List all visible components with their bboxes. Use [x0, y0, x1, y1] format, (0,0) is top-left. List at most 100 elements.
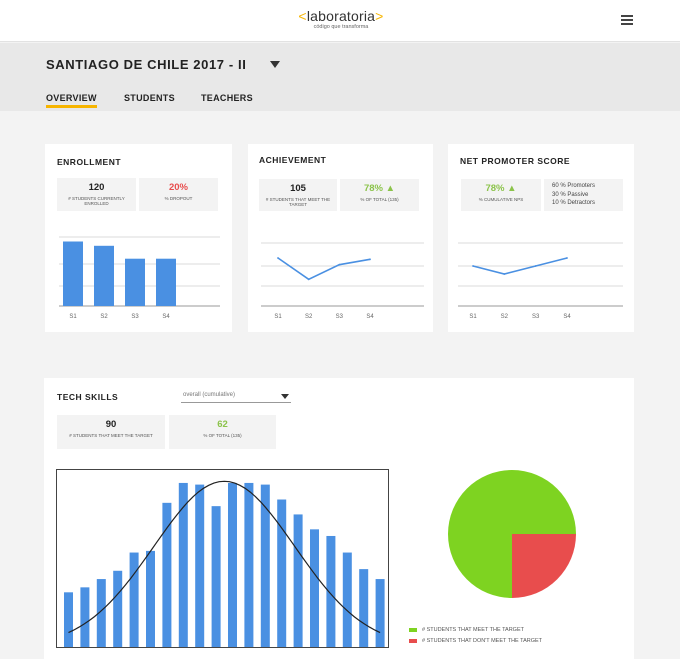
tick-label: S3: [336, 314, 344, 320]
achievement-line-chart: S1 S2 S3 S4: [261, 242, 424, 320]
logo-tagline: código que transforma: [313, 24, 369, 30]
tick-label: S2: [501, 314, 509, 320]
data-point: [503, 273, 506, 275]
stat-value: 90: [105, 419, 117, 430]
tab-overview[interactable]: OVERVIEW: [46, 93, 97, 108]
bar: [156, 258, 176, 306]
tick-label: S1: [69, 314, 77, 320]
bar: [125, 258, 145, 306]
legend-swatch: [409, 627, 417, 632]
legend-meet: # STUDENTS THAT MEET THE TARGET: [409, 627, 524, 633]
tab-teachers[interactable]: TEACHERS: [201, 93, 253, 105]
data-point: [277, 257, 279, 259]
tab-students[interactable]: STUDENTS: [124, 93, 175, 105]
stat-value: 20%: [168, 182, 188, 193]
hamburger-menu-icon[interactable]: [621, 15, 633, 25]
enrollment-card: ENROLLMENT 120 # STUDENTS CURRENTLY ENRO…: [45, 144, 232, 332]
data-point: [369, 258, 371, 261]
tech-skills-histogram: [56, 469, 389, 648]
data-point: [338, 263, 341, 266]
nps-breakdown: 60 % Promoters 30 % Passive 10 % Detract…: [544, 179, 623, 211]
data-point: [534, 265, 537, 267]
tick-label: S3: [131, 314, 139, 320]
histogram-bar: [211, 506, 221, 647]
bar: [94, 245, 114, 306]
histogram-bar: [310, 529, 319, 647]
series-line: [277, 257, 371, 281]
tick-label: S1: [469, 314, 477, 320]
histogram-bar: [146, 550, 155, 647]
select-value: overall (cumulative): [183, 392, 236, 398]
top-bar: <laboratoria> código que transforma: [0, 0, 680, 42]
histogram-bar: [64, 592, 73, 647]
achievement-card: ACHIEVEMENT 105 # STUDENTS THAT MEET THE…: [248, 144, 433, 332]
card-title: ENROLLMENT: [57, 157, 122, 167]
histogram-bar: [260, 484, 270, 647]
histogram-bar: [342, 552, 352, 647]
card-title: TECH SKILLS: [57, 392, 119, 402]
histogram-bar: [293, 514, 303, 647]
stat-label: # STUDENTS CURRENTLY ENROLLED: [68, 196, 125, 206]
tech-skills-pie-chart: [448, 470, 576, 598]
tech-skills-card: TECH SKILLS overall (cumulative) 90 # ST…: [44, 378, 634, 659]
chevron-down-icon: [281, 394, 289, 399]
stat-value: 105: [290, 183, 306, 194]
tick-label: S3: [532, 314, 540, 320]
histogram-frame: [56, 469, 389, 648]
tick-label: S2: [100, 314, 108, 320]
meet-target-stat: 105 # STUDENTS THAT MEET THE TARGET: [259, 179, 337, 211]
data-point: [566, 257, 568, 259]
stat-value: 78% ▲: [485, 183, 517, 194]
stat-label: # STUDENTS THAT MEET THE TARGET: [69, 433, 153, 438]
meet-target-stat: 90 # STUDENTS THAT MEET THE TARGET: [57, 415, 165, 449]
percent-total-stat: 78% ▲ % OF TOTAL (135): [340, 179, 419, 211]
histogram-bar: [375, 579, 385, 647]
histogram-bar: [244, 482, 254, 647]
laboratoria-logo[interactable]: <laboratoria> código que transforma: [294, 9, 388, 31]
stat-value: 120: [88, 182, 105, 193]
bar: [63, 241, 83, 306]
stat-value: 78% ▲: [363, 183, 396, 194]
tick-label: S4: [563, 314, 571, 320]
nps-card: NET PROMOTER SCORE 78% ▲ % CUMULATIVE NP…: [448, 144, 634, 332]
histogram-bar: [80, 587, 90, 647]
legend-not-meet: # STUDENTS THAT DON'T MEET THE TARGET: [409, 638, 542, 644]
legend-swatch: [409, 638, 417, 643]
stat-label: % OF TOTAL (135): [360, 197, 399, 202]
tick-label: S4: [162, 314, 170, 320]
pie-slice: [512, 534, 576, 598]
chevron-down-icon[interactable]: [270, 61, 280, 68]
legend-label: # STUDENTS THAT DON'T MEET THE TARGET: [422, 638, 543, 644]
stat-label: % OF TOTAL (135): [203, 433, 242, 438]
passive-label: 30 % Passive: [552, 191, 589, 198]
data-point: [307, 278, 310, 281]
enrolled-stat: 120 # STUDENTS CURRENTLY ENROLLED: [57, 178, 136, 211]
card-title: NET PROMOTER SCORE: [460, 156, 571, 166]
dropout-stat: 20% % DROPOUT: [139, 178, 218, 211]
stat-label: % CUMULATIVE NPS: [478, 197, 524, 202]
histogram-bar: [113, 570, 123, 647]
page-header: SANTIAGO DE CHILE 2017 - II OVERVIEW STU…: [0, 43, 680, 111]
logo-bracket-right-icon: >: [375, 8, 384, 24]
enrollment-bar-chart: S1 S2 S3 S4: [59, 236, 220, 320]
tick-label: S4: [366, 314, 374, 320]
card-title: ACHIEVEMENT: [259, 155, 327, 165]
promoters-label: 60 % Promoters: [552, 183, 596, 189]
detractors-label: 10 % Detractors: [552, 200, 596, 206]
histogram-bar: [195, 484, 205, 647]
legend-label: # STUDENTS THAT MEET THE TARGET: [422, 627, 524, 633]
skill-select[interactable]: overall (cumulative): [181, 389, 291, 403]
nps-line-chart: S1 S2 S3 S4: [458, 242, 623, 320]
stat-label: % DROPOUT: [164, 196, 193, 201]
tick-label: S1: [274, 314, 282, 320]
histogram-bar: [129, 552, 139, 647]
histogram-bar: [228, 482, 237, 647]
histogram-bar: [326, 535, 336, 647]
tick-label: S2: [305, 314, 313, 320]
data-point: [472, 265, 474, 267]
cohort-title[interactable]: SANTIAGO DE CHILE 2017 - II: [46, 57, 246, 72]
histogram-bar: [359, 569, 369, 647]
histogram-bar: [277, 499, 287, 647]
cumulative-nps-stat: 78% ▲ % CUMULATIVE NPS: [461, 179, 541, 211]
logo-bracket-left-icon: <: [298, 8, 307, 24]
